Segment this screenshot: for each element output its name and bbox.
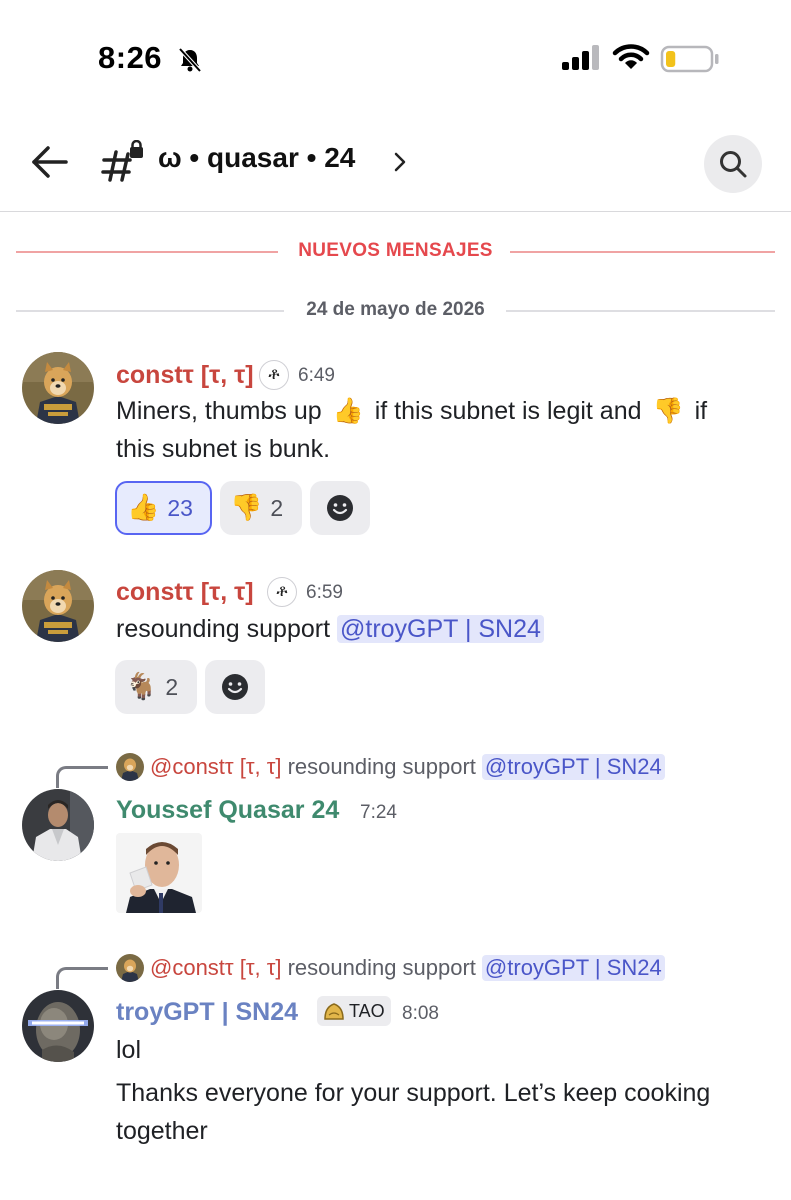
thumbs-up-emoji: 👍 (332, 396, 364, 425)
reply-username: @constτ [τ, τ] (150, 955, 282, 980)
reaction-goat[interactable]: 🐐 2 (115, 660, 197, 714)
role-badge-icon[interactable]: ቶ (267, 577, 297, 607)
reply-avatar (116, 753, 144, 781)
avatar-youssef[interactable] (22, 789, 94, 861)
add-reaction-button[interactable] (310, 481, 370, 535)
thumbs-down-emoji: 👎 (230, 493, 263, 523)
new-messages-divider: NUEVOS MENSAJES (16, 236, 775, 266)
reaction-count: 2 (165, 673, 179, 700)
message-text: Thanks everyone for your support. Let’s … (116, 1079, 711, 1145)
message-time: 8:08 (402, 1003, 439, 1024)
message-time: 6:59 (306, 582, 343, 603)
smiley-icon (222, 674, 248, 700)
battery-icon (660, 45, 719, 73)
doge-avatar-icon (22, 352, 94, 424)
bell-off-icon (178, 47, 202, 73)
server-tag-label: TAO (349, 1000, 385, 1021)
doge-avatar-icon (116, 954, 144, 982)
doge-avatar-icon (116, 753, 144, 781)
search-icon (720, 151, 747, 178)
person-drinking-image-icon (116, 833, 202, 913)
avatar-const[interactable] (22, 570, 94, 642)
reply-text: resounding support (287, 955, 476, 980)
reaction-thumbs-up[interactable]: 👍 23 (115, 481, 212, 535)
reply-text: resounding support (287, 754, 476, 779)
thumbs-up-emoji: 👍 (127, 493, 160, 523)
thumbs-down-emoji: 👎 (652, 396, 684, 425)
message-time: 7:24 (360, 802, 397, 823)
user-mention: @troyGPT | SN24 (481, 955, 665, 981)
message-text: lol (116, 1036, 142, 1064)
user-mention: @troyGPT | SN24 (481, 754, 665, 780)
coin-pile-icon (324, 1003, 344, 1020)
search-button[interactable] (704, 135, 762, 193)
reaction-count: 23 (167, 494, 193, 521)
message-text: resounding support @troyGPT | SN24 (116, 610, 544, 648)
status-time: 8:26 (98, 40, 163, 75)
user-mention[interactable]: @troyGPT | SN24 (337, 615, 544, 643)
message-time: 6:49 (298, 365, 335, 386)
attached-image[interactable] (116, 833, 202, 913)
server-tag[interactable]: TAO (317, 996, 391, 1026)
reply-connector (56, 967, 108, 989)
wifi-icon (612, 44, 650, 69)
signal-icon (562, 45, 599, 70)
message-username[interactable]: troyGPT | SN24 (116, 998, 298, 1027)
reaction-thumbs-down[interactable]: 👎 2 (220, 481, 302, 535)
person-avatar-icon (22, 789, 94, 861)
avatar-const[interactable] (22, 352, 94, 424)
reaction-count: 2 (270, 494, 284, 521)
avatar-troygpt[interactable] (22, 990, 94, 1062)
message-username[interactable]: constτ [τ, τ] (116, 361, 254, 390)
date-divider: 24 de mayo de 2026 (16, 296, 775, 326)
back-arrow-icon[interactable] (28, 142, 72, 182)
private-channel-icon (101, 140, 143, 182)
message-text: Miners, thumbs up 👍 if this subnet is le… (116, 392, 776, 468)
reply-connector (56, 766, 108, 788)
goat-emoji: 🐐 (125, 672, 158, 702)
message-username[interactable]: constτ [τ, τ] (116, 578, 254, 607)
channel-header: ω • quasar • 24 (0, 110, 791, 212)
statue-avatar-icon (22, 990, 94, 1062)
role-badge-icon[interactable]: ቶ (259, 360, 289, 390)
reply-avatar (116, 954, 144, 982)
smiley-icon (327, 495, 353, 521)
reply-preview[interactable]: @constτ [τ, τ] resounding support @troyG… (116, 953, 665, 983)
status-bar: 8:26 (0, 0, 791, 110)
add-reaction-button[interactable] (205, 660, 265, 714)
reply-preview[interactable]: @constτ [τ, τ] resounding support @troyG… (116, 752, 665, 782)
reply-username: @constτ [τ, τ] (150, 754, 282, 779)
chevron-right-icon[interactable] (392, 150, 408, 174)
channel-name[interactable]: ω • quasar • 24 (158, 142, 355, 174)
doge-avatar-icon (22, 570, 94, 642)
message-username[interactable]: Youssef Quasar 24 (116, 796, 339, 825)
